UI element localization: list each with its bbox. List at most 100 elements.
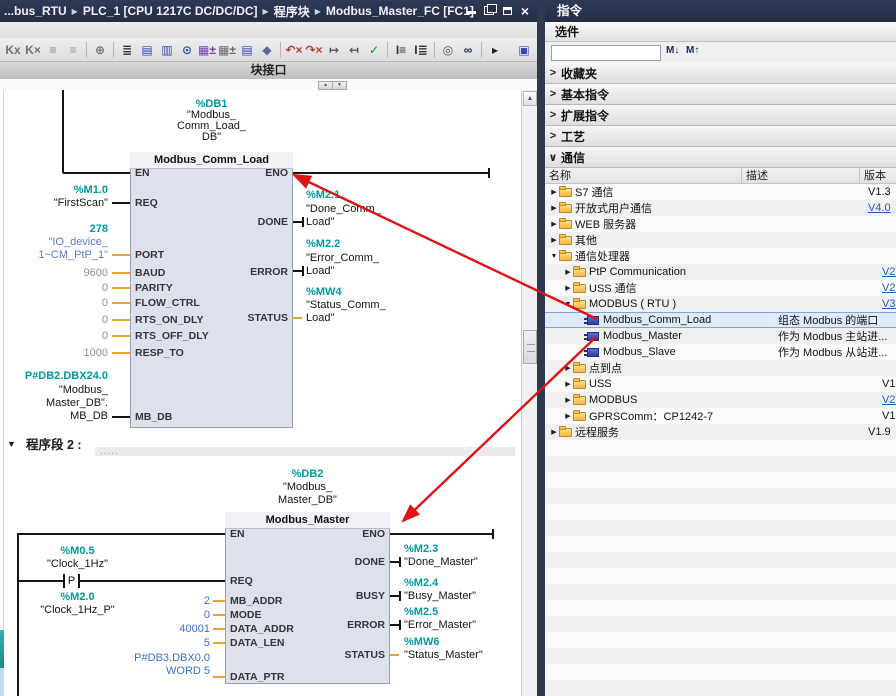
editor-layout-icon[interactable]: ▣: [514, 40, 534, 59]
consistency-check-icon[interactable]: ↤: [344, 40, 364, 59]
item-version[interactable]: V3.0: [878, 298, 896, 310]
section-3[interactable]: > 工艺: [545, 126, 896, 147]
section-0[interactable]: > 收藏夹: [545, 63, 896, 84]
expander-expanded-icon[interactable]: ▼: [563, 301, 573, 308]
add-favorite-block-icon[interactable]: ▦±: [197, 40, 217, 59]
block-interface-bar[interactable]: 块接口: [0, 62, 537, 80]
collapse-networks-icon[interactable]: ▥: [157, 40, 177, 59]
options-section-header[interactable]: 选件: [545, 22, 896, 42]
instruction-search-input[interactable]: [551, 45, 661, 61]
breadcrumb-program-blocks[interactable]: 程序块: [274, 3, 310, 20]
tree-row-gprscomm-cp1242-7[interactable]: ▶ GPRSComm：CP1242-7 V1.2: [545, 408, 896, 424]
float-button[interactable]: [483, 4, 497, 16]
expander-collapsed-icon[interactable]: ▶: [549, 188, 559, 196]
maximize-button[interactable]: [501, 4, 513, 16]
multiinstance-icon[interactable]: ▦±: [217, 40, 237, 59]
open-all-networks-icon[interactable]: ≣: [117, 40, 137, 59]
insert-empty-box-icon[interactable]: ⊕: [90, 40, 110, 59]
operand-display-icon[interactable]: I≣: [411, 40, 431, 59]
pin-en[interactable]: EN: [135, 166, 150, 180]
breadcrumb-project[interactable]: ...bus_RTU: [4, 4, 67, 18]
item-version[interactable]: V2.3: [892, 330, 896, 342]
section-expanded-4[interactable]: ∨ 通信: [545, 147, 896, 168]
close-branch-icon[interactable]: ≡: [63, 40, 83, 59]
pin-rts_off_dly[interactable]: RTS_OFF_DLY: [135, 329, 209, 343]
pin-busy[interactable]: BUSY: [305, 589, 385, 603]
tree-row--[interactable]: ▶ 其他: [545, 232, 896, 248]
expander-expanded-icon[interactable]: ▼: [549, 253, 559, 260]
absolute-operands-icon[interactable]: I≡: [391, 40, 411, 59]
pin-port[interactable]: PORT: [135, 248, 164, 262]
column-header-name[interactable]: 名称: [545, 168, 742, 184]
expander-collapsed-icon[interactable]: ▶: [549, 204, 559, 212]
more-commands-icon[interactable]: ▸: [485, 40, 505, 59]
tree-row-ptp-communication[interactable]: ▶ PtP Communication V2.2: [545, 264, 896, 280]
close-button[interactable]: ×: [519, 4, 531, 18]
tree-row-modbus_comm_load[interactable]: Modbus_Comm_Load 组态 Modbus 的端口 V3.0: [545, 312, 896, 328]
pin-req[interactable]: REQ: [230, 574, 253, 588]
column-header-description[interactable]: 描述: [742, 168, 860, 184]
breadcrumb-block[interactable]: Modbus_Master_FC [FC1]: [326, 4, 474, 18]
item-version[interactable]: V4.0: [864, 202, 896, 214]
delete-network-icon[interactable]: K×: [23, 40, 43, 59]
scroll-up-button[interactable]: ▲: [523, 91, 537, 106]
tree-row-modbus_master[interactable]: Modbus_Master 作为 Modbus 主站进... V2.3: [545, 328, 896, 344]
data-view-icon[interactable]: ▤: [237, 40, 257, 59]
goto-previous-error-icon[interactable]: ↶×: [284, 40, 304, 59]
pin-mb_addr[interactable]: MB_ADDR: [230, 594, 283, 608]
tree-row--[interactable]: ▶ 开放式用户通信 V4.0: [545, 200, 896, 216]
pin-data_len[interactable]: DATA_LEN: [230, 636, 284, 650]
update-block-calls-icon[interactable]: ↦: [324, 40, 344, 59]
item-version[interactable]: V2.3: [878, 282, 896, 294]
scroll-thumb[interactable]: [523, 330, 537, 364]
tree-row-modbus_slave[interactable]: Modbus_Slave 作为 Modbus 从站进... V2.3: [545, 344, 896, 360]
compile-icon[interactable]: ✓: [364, 40, 384, 59]
expander-collapsed-icon[interactable]: ▶: [563, 284, 573, 292]
pin-status[interactable]: STATUS: [208, 311, 288, 325]
pin-resp_to[interactable]: RESP_TO: [135, 346, 184, 360]
pin-error[interactable]: ERROR: [305, 618, 385, 632]
pin-baud[interactable]: BAUD: [135, 266, 165, 280]
expander-collapsed-icon[interactable]: ▶: [563, 396, 573, 404]
find-up-icon[interactable]: M↑: [686, 45, 699, 56]
pin-status[interactable]: STATUS: [305, 648, 385, 662]
splitter-up-button[interactable]: ▲: [318, 81, 333, 90]
pin-error[interactable]: ERROR: [208, 265, 288, 279]
column-header-version[interactable]: 版本: [860, 168, 896, 184]
tree-row-s7-[interactable]: ▶ S7 通信 V1.3: [545, 184, 896, 200]
splitter-down-button[interactable]: ▼: [332, 81, 347, 90]
expander-collapsed-icon[interactable]: ▶: [563, 364, 573, 372]
goto-next-error-icon[interactable]: ↷×: [304, 40, 324, 59]
find-in-editor-icon[interactable]: ◎: [438, 40, 458, 59]
network2-collapse-triangle[interactable]: ▼: [7, 438, 16, 451]
ladder-editor-canvas[interactable]: Modbus_Comm_Load EN REQ PORT BAUD PARITY FLOW_…: [0, 90, 521, 696]
pin-done[interactable]: DONE: [305, 555, 385, 569]
expander-collapsed-icon[interactable]: ▶: [549, 428, 559, 436]
pin-done[interactable]: DONE: [208, 215, 288, 229]
section-1[interactable]: > 基本指令: [545, 84, 896, 105]
find-down-icon[interactable]: M↓: [666, 45, 679, 56]
pin-mb_db[interactable]: MB_DB: [135, 410, 172, 424]
pane-divider[interactable]: [537, 0, 545, 696]
breadcrumb-plc[interactable]: PLC_1 [CPU 1217C DC/DC/DC]: [83, 4, 258, 18]
pin-eno[interactable]: ENO: [208, 166, 288, 180]
insert-network-icon[interactable]: Kx: [3, 40, 23, 59]
tree-row-uss[interactable]: ▶ USS V1.1: [545, 376, 896, 392]
expand-networks-icon[interactable]: ▤: [137, 40, 157, 59]
tree-row-web-[interactable]: ▶ WEB 服务器: [545, 216, 896, 232]
expander-collapsed-icon[interactable]: ▶: [563, 412, 573, 420]
tree-row-uss-[interactable]: ▶ USS 通信 V2.3: [545, 280, 896, 296]
minimize-button[interactable]: [465, 4, 477, 16]
pin-eno[interactable]: ENO: [305, 527, 385, 541]
expander-collapsed-icon[interactable]: ▶: [563, 380, 573, 388]
pin-mode[interactable]: MODE: [230, 608, 262, 622]
pin-en[interactable]: EN: [230, 527, 245, 541]
tree-row-modbus-rtu-[interactable]: ▼ MODBUS ( RTU ) V3.0: [545, 296, 896, 312]
tree-row--[interactable]: ▼ 通信处理器: [545, 248, 896, 264]
expander-collapsed-icon[interactable]: ▶: [563, 268, 573, 276]
section-2[interactable]: > 扩展指令: [545, 105, 896, 126]
pin-data_ptr[interactable]: DATA_PTR: [230, 670, 284, 684]
tree-row--[interactable]: ▶ 远程服务 V1.9: [545, 424, 896, 440]
pin-rts_on_dly[interactable]: RTS_ON_DLY: [135, 313, 203, 327]
tree-row-modbus[interactable]: ▶ MODBUS V2.2: [545, 392, 896, 408]
